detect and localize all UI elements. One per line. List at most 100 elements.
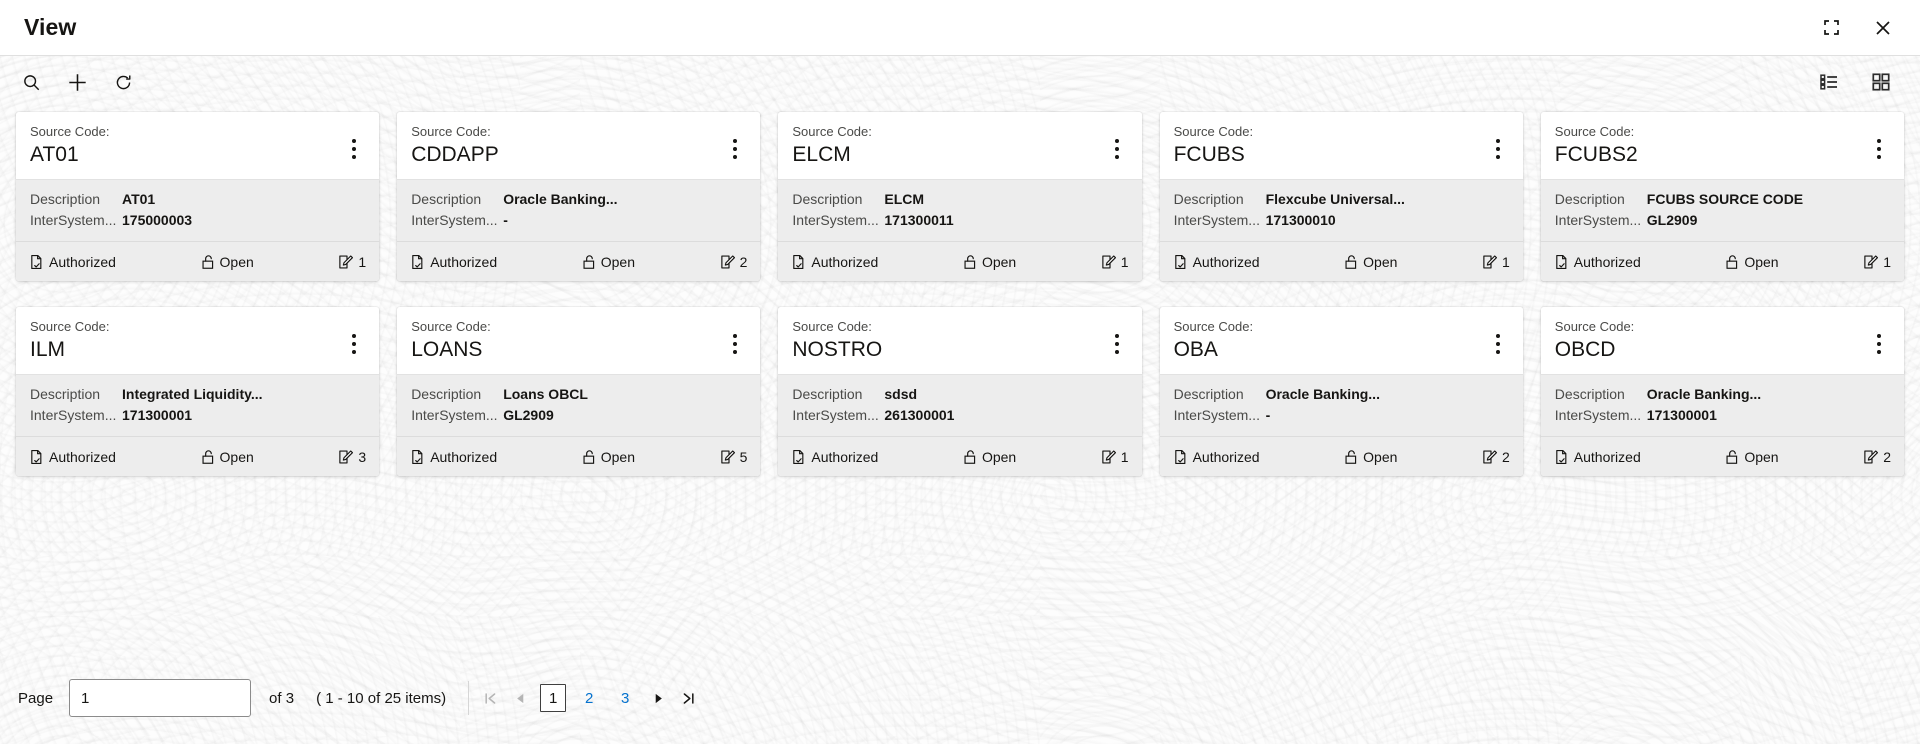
source-code-card[interactable]: Source Code: ELCM Description ELCM InterSyst… xyxy=(778,112,1142,281)
page-number-2[interactable]: 2 xyxy=(576,684,602,712)
intersystem-key: InterSystem... xyxy=(1173,212,1260,228)
add-button[interactable] xyxy=(60,65,94,99)
refresh-button[interactable] xyxy=(106,65,140,99)
source-code-card[interactable]: Source Code: OBCD Description Oracle Bankin… xyxy=(1540,307,1904,476)
authorization-status: Authorized xyxy=(29,449,116,465)
page-number-3[interactable]: 3 xyxy=(612,684,638,712)
page-number-1[interactable]: 1 xyxy=(540,684,567,712)
source-code-value: FCUBS xyxy=(1173,143,1245,166)
card-footer: Authorized Open 2 xyxy=(397,241,761,281)
kebab-menu-icon xyxy=(352,334,357,338)
grid-view-button[interactable] xyxy=(1864,65,1898,99)
card-footer: Authorized Open 1 xyxy=(1159,241,1523,281)
first-page-button[interactable] xyxy=(475,683,505,713)
edit-square-icon xyxy=(1863,449,1879,465)
pager-controls: 123 xyxy=(468,681,703,715)
modification-count: 1 xyxy=(1101,449,1129,465)
source-code-card[interactable]: Source Code: LOANS Description Loans OBCL In… xyxy=(397,307,761,476)
record-lock-status: Open xyxy=(201,254,254,270)
intersystem-row: InterSystem... 171300010 xyxy=(1174,210,1509,231)
source-code-card[interactable]: Source Code: ILM Description Integrated Liq… xyxy=(16,307,380,476)
authorization-status: Authorized xyxy=(1173,254,1260,270)
card-menu-button[interactable] xyxy=(343,327,365,361)
source-code-card[interactable]: Source Code: CDDAPP Description Oracle Bank… xyxy=(397,112,761,281)
source-code-card[interactable]: Source Code: FCUBS2 Description FCUBS SOURC… xyxy=(1540,112,1904,281)
source-code-label: Source Code: xyxy=(30,124,110,139)
card-menu-button[interactable] xyxy=(1868,327,1890,361)
description-row: Description Oracle Banking... xyxy=(411,189,746,210)
source-code-label: Source Code: xyxy=(792,319,872,334)
card-menu-button[interactable] xyxy=(1487,327,1509,361)
collapse-button[interactable] xyxy=(1816,13,1846,43)
page-number-input[interactable] xyxy=(69,679,252,717)
record-lock-status: Open xyxy=(1344,449,1397,465)
kebab-menu-icon xyxy=(1495,334,1500,338)
description-value: Loans OBCL xyxy=(503,386,588,402)
description-key: Description xyxy=(1173,386,1244,402)
card-details: Description Integrated Liquidity... InterS… xyxy=(16,374,380,436)
intersystem-value: - xyxy=(1265,407,1271,423)
authorization-status: Authorized xyxy=(1173,449,1260,465)
modification-count-text: 2 xyxy=(739,253,748,270)
next-page-button[interactable] xyxy=(643,683,673,713)
items-range-text: ( 1 - 10 of 25 items) xyxy=(316,689,447,707)
close-icon xyxy=(1873,18,1893,38)
description-row: Description Oracle Banking... xyxy=(1555,384,1890,405)
close-button[interactable] xyxy=(1868,13,1898,43)
record-lock-status: Open xyxy=(582,254,635,270)
source-code-label: Source Code: xyxy=(411,124,491,139)
intersystem-key: InterSystem... xyxy=(1173,407,1260,423)
document-check-icon xyxy=(410,449,425,465)
record-lock-status: Open xyxy=(1725,449,1779,465)
record-lock-status-text: Open xyxy=(1744,253,1779,270)
edit-square-icon xyxy=(1482,449,1497,465)
description-value: Oracle Banking... xyxy=(503,191,618,207)
card-menu-button[interactable] xyxy=(343,132,365,166)
description-key: Description xyxy=(792,386,863,402)
card-header: Source Code: ELCM xyxy=(778,112,1142,179)
intersystem-row: InterSystem... 171300001 xyxy=(1555,405,1890,426)
list-view-button[interactable] xyxy=(1812,65,1846,99)
source-code-card[interactable]: Source Code: OBA Description Oracle Banking… xyxy=(1159,307,1523,476)
card-menu-button[interactable] xyxy=(1487,132,1509,166)
card-header: Source Code: FCUBS xyxy=(1159,112,1523,179)
description-value: ELCM xyxy=(884,191,925,207)
description-key: Description xyxy=(411,191,482,207)
card-menu-button[interactable] xyxy=(724,132,746,166)
edit-square-icon xyxy=(1101,449,1116,465)
authorization-status-text: Authorized xyxy=(1573,448,1641,465)
source-code-label: Source Code: xyxy=(411,319,491,334)
source-code-card[interactable]: Source Code: NOSTRO Description sdsd InterSy… xyxy=(778,307,1142,476)
card-header-texts: Source Code: ELCM xyxy=(792,124,1105,169)
unlock-icon xyxy=(582,449,596,465)
kebab-menu-icon xyxy=(1877,139,1881,143)
card-details: Description Oracle Banking... InterSystem.… xyxy=(397,179,761,241)
authorization-status-text: Authorized xyxy=(1573,253,1641,270)
record-lock-status-text: Open xyxy=(219,253,254,270)
intersystem-key: InterSystem... xyxy=(792,407,879,423)
authorization-status: Authorized xyxy=(1554,254,1641,270)
previous-page-icon xyxy=(514,692,527,705)
intersystem-value: 171300001 xyxy=(122,407,193,423)
search-button[interactable] xyxy=(14,65,48,99)
source-code-label: Source Code: xyxy=(792,124,872,139)
last-page-button[interactable] xyxy=(673,683,703,713)
intersystem-key: InterSystem... xyxy=(1554,212,1642,228)
card-menu-button[interactable] xyxy=(1106,132,1128,166)
authorization-status-text: Authorized xyxy=(430,448,498,465)
card-menu-button[interactable] xyxy=(1868,132,1890,166)
unlock-icon xyxy=(582,254,596,270)
intersystem-row: InterSystem... GL2909 xyxy=(411,405,746,426)
card-menu-button[interactable] xyxy=(724,327,746,361)
source-code-card[interactable]: Source Code: FCUBS Description Flexcube Uni… xyxy=(1159,112,1523,281)
authorization-status-text: Authorized xyxy=(811,448,879,465)
source-code-card[interactable]: Source Code: AT01 Description AT01 InterSyst… xyxy=(16,112,380,281)
card-details: Description AT01 InterSystem... 175000003 xyxy=(16,179,380,241)
previous-page-button[interactable] xyxy=(505,683,535,713)
description-row: Description sdsd xyxy=(792,384,1127,405)
source-code-value: AT01 xyxy=(30,143,79,166)
source-code-value: CDDAPP xyxy=(411,143,499,166)
unlock-icon xyxy=(1344,449,1358,465)
card-menu-button[interactable] xyxy=(1106,327,1128,361)
intersystem-value: 171300010 xyxy=(1265,212,1336,228)
